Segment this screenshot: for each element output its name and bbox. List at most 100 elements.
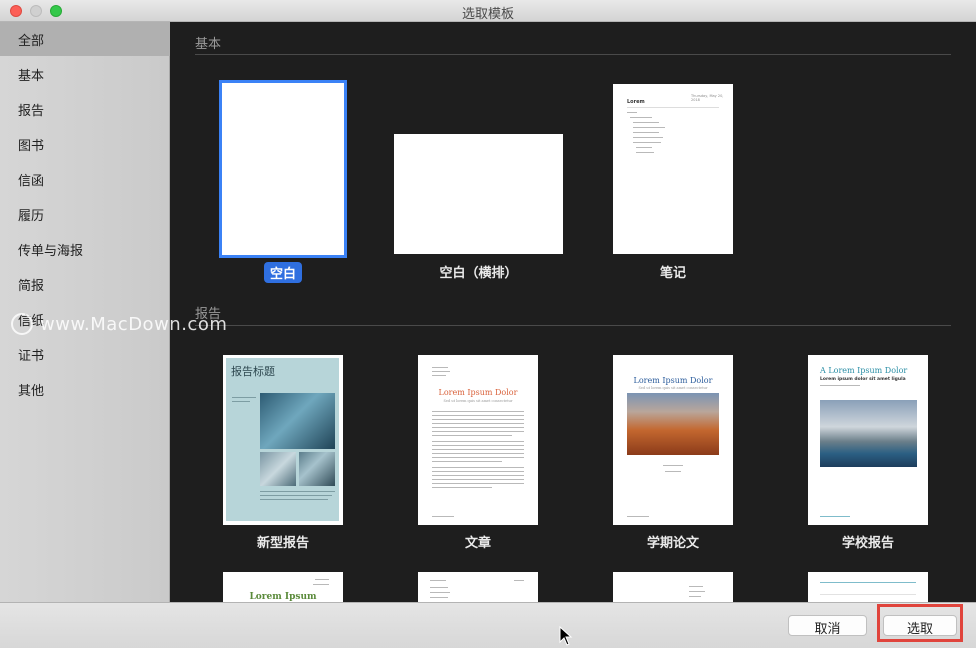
report-thumb-title: 报告标题: [231, 365, 275, 378]
partial-thumb-line: [689, 596, 701, 597]
term-paper-thumb-footer: [627, 516, 649, 517]
sidebar-item-other[interactable]: 其他: [0, 372, 170, 406]
template-blank-landscape[interactable]: [394, 134, 563, 254]
note-thumb-title: Lorem: [627, 99, 645, 105]
essay-thumb-line: [432, 415, 524, 416]
sidebar-item-all[interactable]: 全部: [0, 22, 170, 56]
partial-thumb-line: [689, 591, 705, 592]
sidebar-item-newsletters[interactable]: 简报: [0, 267, 170, 301]
template-note[interactable]: Thursday, May 20, 2018 Lorem: [613, 84, 733, 254]
note-thumb-line: [636, 152, 654, 153]
partial-thumb-line: [689, 586, 703, 587]
sidebar-item-certificates[interactable]: 证书: [0, 337, 170, 371]
school-report-thumb-line: [820, 385, 860, 386]
essay-thumb-line: [432, 423, 524, 424]
essay-thumb-line: [432, 449, 524, 450]
partial-thumb-line: [820, 582, 916, 583]
term-paper-thumb-subtitle: Sed ut lorem quis sit amet consectetur: [638, 386, 708, 390]
essay-thumb-line: [432, 457, 524, 458]
essay-thumb-subtitle: Sed ut lorem quis sit amet consectetur: [443, 399, 513, 403]
note-thumb-line: [633, 137, 663, 138]
partial-thumb-line: [430, 587, 448, 588]
essay-thumb-line: [432, 411, 524, 412]
essay-thumb-line: [432, 445, 524, 446]
note-thumb-line: [627, 112, 637, 113]
sidebar-item-basic[interactable]: 基本: [0, 57, 170, 91]
cancel-button[interactable]: 取消: [788, 615, 867, 637]
school-report-thumb-footer: [820, 516, 850, 517]
note-thumb-rule: [627, 107, 719, 108]
partial-thumb-line: [313, 584, 329, 585]
sidebar-item-reports[interactable]: 报告: [0, 92, 170, 126]
template-gallery: 基本 空白 空白（横排） Thursday, May 20, 2018 Lore…: [171, 22, 976, 602]
school-report-photo-lighthouse: [820, 400, 917, 467]
note-thumb-line: [633, 127, 665, 128]
report-thumb-line: [260, 495, 332, 496]
template-modern-report[interactable]: 报告标题: [223, 355, 343, 525]
essay-thumb-line: [432, 453, 524, 454]
section-divider: [195, 325, 951, 326]
term-paper-thumb-line: [663, 465, 683, 466]
essay-thumb-line: [432, 483, 524, 484]
template-label-school-report[interactable]: 学校报告: [808, 532, 928, 551]
template-term-paper[interactable]: Lorem Ipsum Dolor Sed ut lorem quis sit …: [613, 355, 733, 525]
partial-thumb-line: [820, 594, 916, 595]
essay-thumb-line: [432, 427, 524, 428]
template-school-report[interactable]: A Lorem Ipsum Dolor Lorem ipsum dolor si…: [808, 355, 928, 525]
essay-thumb-line: [432, 375, 446, 376]
partial-thumb-line: [430, 592, 450, 593]
partial-thumb-line: [315, 579, 329, 580]
essay-thumb-line: [432, 367, 448, 368]
template-label-blank[interactable]: 空白: [264, 262, 303, 283]
sidebar-item-books[interactable]: 图书: [0, 127, 170, 161]
term-paper-thumb-line: [665, 471, 681, 472]
report-thumb-line: [232, 397, 256, 398]
sidebar-item-flyers-posters[interactable]: 传单与海报: [0, 232, 170, 266]
template-essay[interactable]: Lorem Ipsum Dolor Sed ut lorem quis sit …: [418, 355, 538, 525]
partial-thumb-title: Lorem Ipsum: [249, 592, 317, 602]
essay-thumb-line: [432, 431, 524, 432]
essay-thumb-line: [432, 461, 502, 462]
template-label-term-paper[interactable]: 学期论文: [613, 532, 733, 551]
template-partial-1[interactable]: Lorem Ipsum: [223, 572, 343, 602]
school-report-thumb-title: A Lorem Ipsum Dolor: [820, 366, 908, 375]
essay-thumb-line: [432, 479, 524, 480]
note-thumb-line: [636, 147, 652, 148]
note-thumb-date: Thursday, May 20, 2018: [691, 94, 724, 102]
essay-thumb-line: [432, 441, 524, 442]
template-label-blank-landscape[interactable]: 空白（横排）: [394, 262, 563, 281]
partial-thumb-line: [514, 580, 524, 581]
template-label-modern-report[interactable]: 新型报告: [223, 532, 343, 551]
partial-thumb-line: [430, 597, 448, 598]
partial-thumb-line: [430, 580, 446, 581]
template-partial-4[interactable]: [808, 572, 928, 602]
note-thumb-line: [630, 117, 652, 118]
dialog-footer: 取消 选取: [0, 602, 976, 648]
window-title: 选取模板: [461, 7, 514, 22]
report-photo-dome: [299, 452, 335, 486]
template-blank[interactable]: [219, 80, 347, 258]
sidebar-item-resumes[interactable]: 履历: [0, 197, 170, 231]
essay-thumb-line: [432, 467, 524, 468]
essay-thumb-line: [432, 435, 512, 436]
template-label-essay[interactable]: 文章: [418, 532, 538, 551]
report-photo-architecture: [260, 393, 335, 449]
essay-thumb-line: [432, 419, 524, 420]
template-label-note[interactable]: 笔记: [613, 262, 733, 281]
report-thumb-line: [232, 401, 250, 402]
note-thumb-line: [633, 122, 659, 123]
template-partial-2[interactable]: [418, 572, 538, 602]
mouse-cursor-icon: [559, 626, 573, 646]
template-partial-3[interactable]: [613, 572, 733, 602]
sidebar-item-letters[interactable]: 信函: [0, 162, 170, 196]
essay-thumb-line: [432, 487, 492, 488]
category-sidebar: 全部 基本 报告 图书 信函 履历 传单与海报 简报 信纸 证书 其他: [0, 22, 170, 602]
note-thumb-line: [633, 142, 661, 143]
choose-button[interactable]: 选取: [883, 615, 957, 637]
essay-thumb-footer: [432, 516, 454, 517]
essay-thumb-line: [432, 371, 450, 372]
essay-thumb-line: [432, 471, 524, 472]
watermark-logo-icon: [11, 313, 33, 335]
report-thumb-line: [260, 491, 335, 492]
section-divider: [195, 54, 951, 55]
